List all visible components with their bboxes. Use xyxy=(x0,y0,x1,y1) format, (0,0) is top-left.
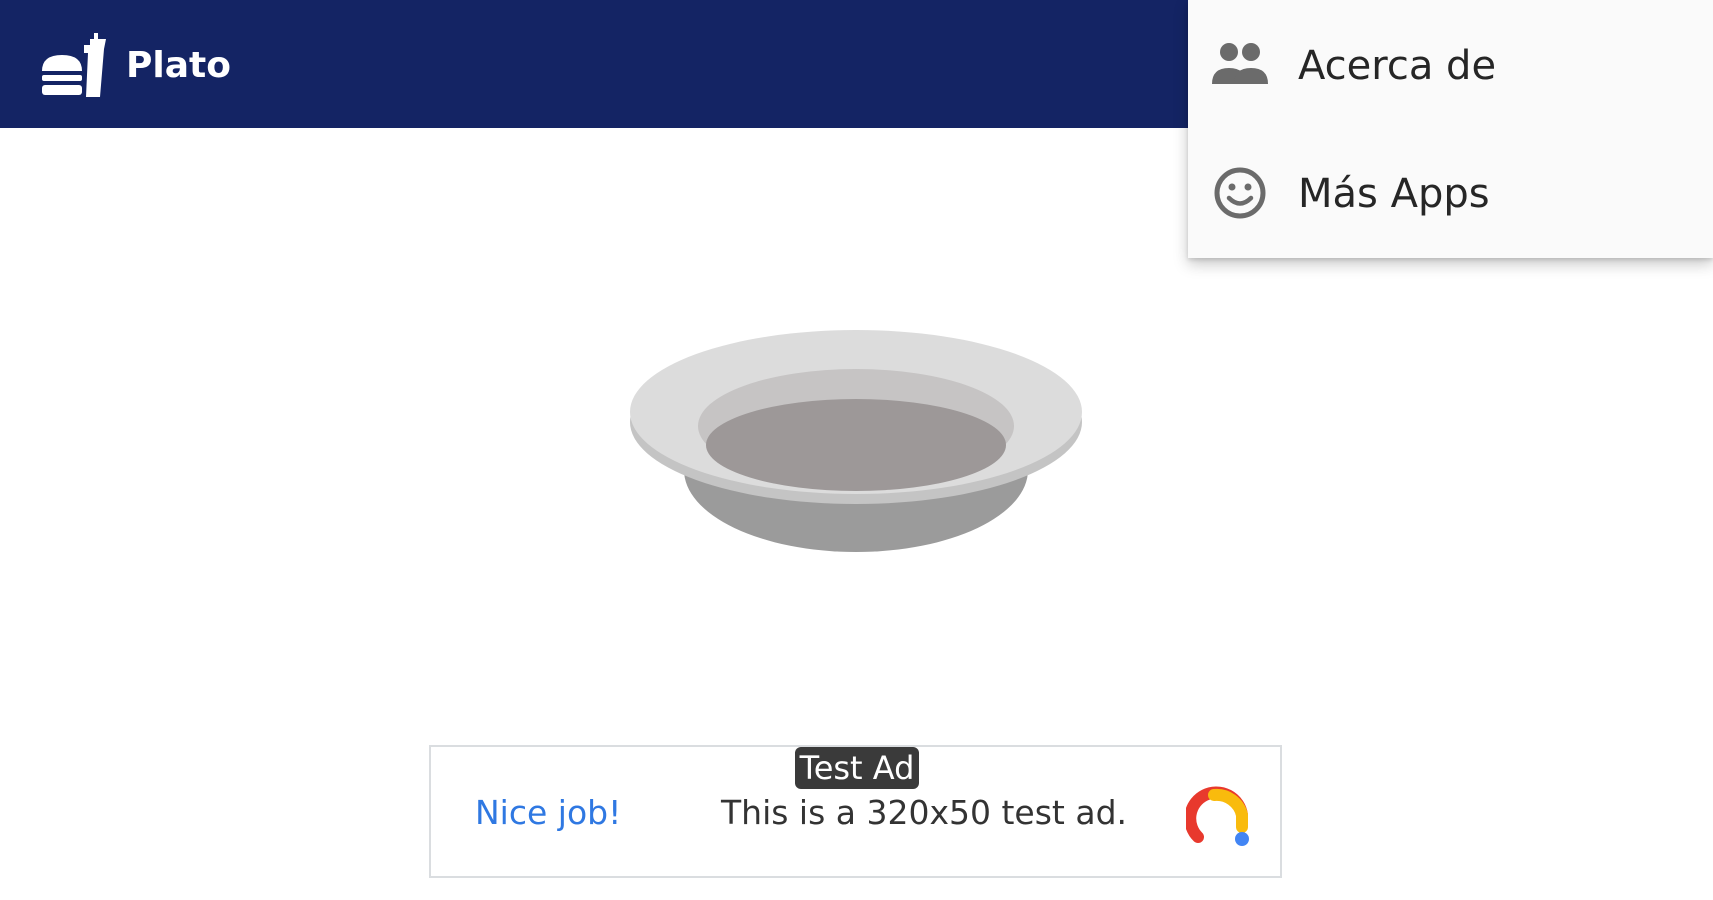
people-icon xyxy=(1212,43,1268,84)
menu-item-more-apps[interactable]: Más Apps xyxy=(1188,128,1713,256)
empty-plate-illustration xyxy=(630,330,1082,552)
app-title: Plato xyxy=(126,45,231,86)
ad-headline[interactable]: Nice job! xyxy=(475,793,621,833)
fastfood-icon xyxy=(42,33,106,97)
app-screen: Plato Acerca de Más Apps Nice job! This … xyxy=(0,0,1713,900)
menu-item-label: Acerca de xyxy=(1298,43,1497,89)
menu-item-label: Más Apps xyxy=(1298,171,1490,217)
smiley-face-icon xyxy=(1214,167,1266,219)
ad-body-text: This is a 320x50 test ad. xyxy=(721,793,1128,832)
test-ad-badge: Test Ad xyxy=(795,747,919,789)
admob-logo xyxy=(1186,786,1249,846)
menu-item-about[interactable]: Acerca de xyxy=(1188,0,1713,128)
overflow-menu: Acerca de Más Apps xyxy=(1188,0,1713,258)
